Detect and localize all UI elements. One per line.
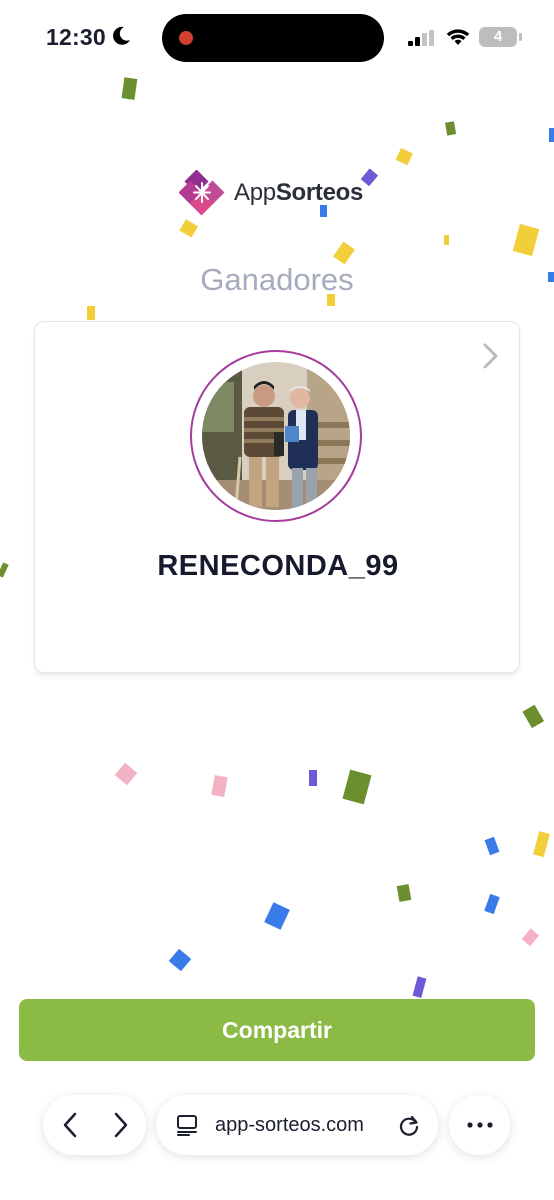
recording-indicator <box>179 31 193 45</box>
chevron-right-icon[interactable] <box>481 342 501 370</box>
moon-icon <box>113 26 130 45</box>
cellular-signal-icon <box>408 30 434 46</box>
tabs-icon[interactable] <box>176 1114 198 1136</box>
more-button[interactable] <box>449 1095 510 1155</box>
status-bar: 12:30 4 <box>0 0 554 76</box>
dynamic-island <box>162 14 384 62</box>
logo-text-light: App <box>234 179 276 206</box>
app-logo: AppSorteos <box>179 170 379 218</box>
reload-icon[interactable] <box>398 1114 420 1136</box>
appsorteos-logo-icon <box>179 170 225 216</box>
battery-icon: 4 <box>479 27 517 47</box>
back-button[interactable] <box>45 1095 95 1155</box>
forward-icon <box>114 1112 128 1138</box>
more-icon <box>466 1122 493 1128</box>
winner-card[interactable]: RENECONDA_99 <box>34 321 520 673</box>
status-time: 12:30 <box>46 24 106 50</box>
logo-text-bold: Sorteos <box>275 179 364 206</box>
back-icon <box>63 1112 77 1138</box>
battery-tip <box>519 33 522 41</box>
browser-nav-controls <box>43 1095 146 1155</box>
winner-username: RENECONDA_99 <box>157 550 399 582</box>
section-title: Ganadores <box>200 262 354 297</box>
url-text[interactable]: app-sorteos.com <box>215 1114 364 1137</box>
avatar-ring <box>190 350 362 522</box>
winner-avatar[interactable] <box>202 362 350 510</box>
wifi-icon <box>446 29 470 45</box>
address-bar[interactable]: app-sorteos.com <box>156 1095 438 1155</box>
logo-wordmark: AppSorteos <box>234 179 363 207</box>
share-button[interactable]: Compartir <box>19 999 535 1061</box>
forward-button[interactable] <box>96 1095 146 1155</box>
